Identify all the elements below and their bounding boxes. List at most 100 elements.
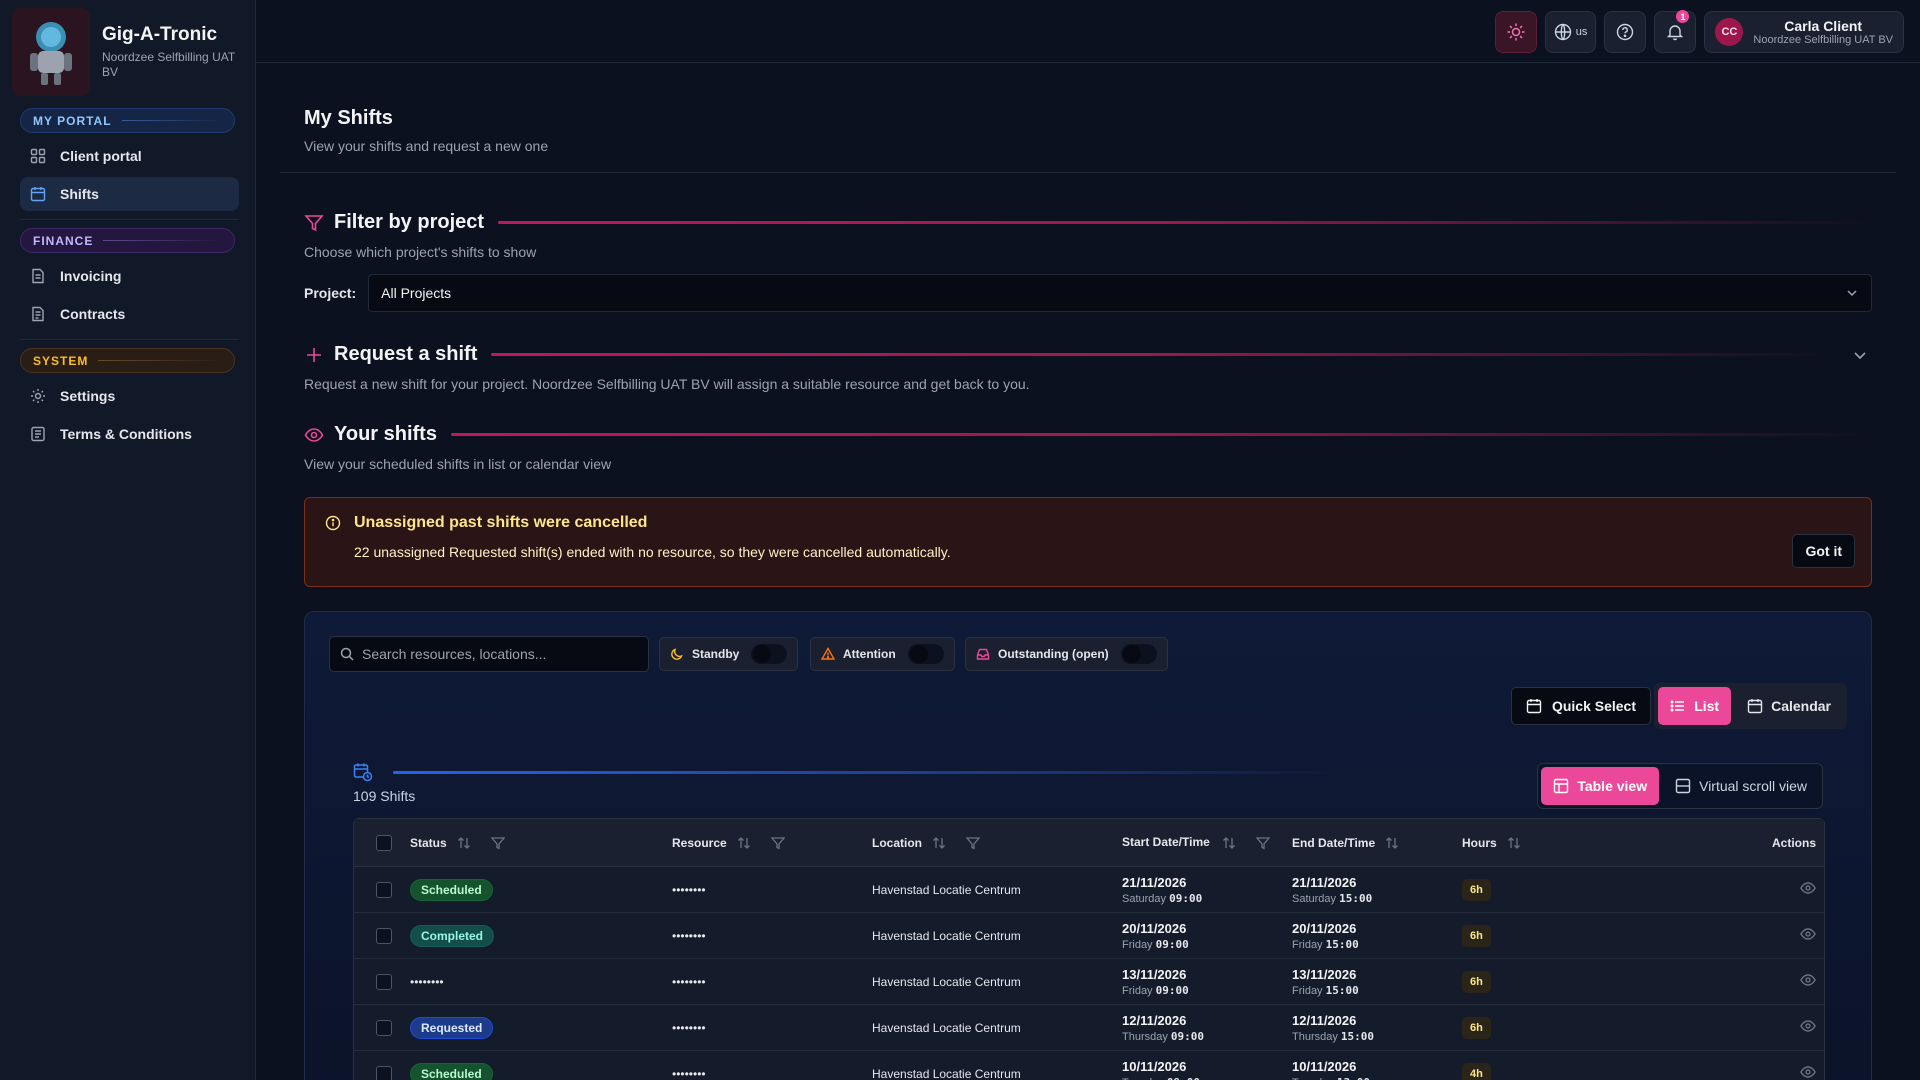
table-view-button[interactable]: Table view — [1541, 767, 1660, 805]
filter-icon[interactable] — [966, 836, 980, 850]
standby-toggle[interactable]: Standby — [659, 637, 799, 671]
location-cell: Havenstad Locatie Centrum — [872, 928, 1021, 943]
view-eye-icon[interactable] — [1800, 880, 1816, 896]
calendar-view-button[interactable]: Calendar — [1735, 687, 1843, 725]
end-date: 20/11/2026 — [1292, 920, 1357, 936]
sidebar-item-terms[interactable]: Terms & Conditions — [20, 417, 239, 451]
sort-icon[interactable] — [457, 836, 471, 850]
start-day: Thursday — [1122, 1030, 1168, 1043]
start-date: 20/11/2026 — [1122, 920, 1187, 936]
end-day: Tuesday — [1292, 1077, 1334, 1080]
theme-toggle-button[interactable] — [1494, 11, 1537, 53]
start-time: 09:00 — [1170, 1029, 1205, 1043]
sort-icon[interactable] — [737, 836, 751, 850]
end-date: 12/11/2026 — [1292, 1012, 1357, 1028]
sort-icon[interactable] — [932, 836, 946, 850]
shifts-table: Status Resource Location Start Date/Time — [353, 818, 1825, 1080]
attention-label: Attention — [843, 647, 896, 661]
dashboard-icon — [30, 148, 48, 164]
standby-switch[interactable] — [751, 644, 788, 664]
start-date: 13/11/2026 — [1122, 966, 1187, 982]
filter-icon[interactable] — [770, 836, 785, 850]
shifts-title: Your shifts — [334, 423, 437, 445]
attention-switch[interactable] — [907, 644, 944, 664]
table-row[interactable]: •••••••• •••••••• Havenstad Locatie Centru… — [354, 959, 1824, 1005]
cancelled-shifts-alert: Unassigned past shifts were cancelled 22… — [304, 497, 1872, 587]
start-date: 12/11/2026 — [1122, 1012, 1187, 1028]
sidebar-item-invoicing[interactable]: Invoicing — [20, 259, 239, 293]
sidebar-item-client-portal[interactable]: Client portal — [20, 139, 239, 173]
page-header: My Shifts View your shifts and request a… — [280, 63, 1896, 173]
column-hours: Hours — [1462, 835, 1497, 850]
project-select[interactable]: All Projects — [368, 274, 1872, 312]
sun-icon — [1507, 23, 1525, 41]
sort-icon[interactable] — [1507, 836, 1521, 850]
brand-logo[interactable] — [12, 8, 90, 96]
brand-name: Gig-A-Tronic — [102, 24, 218, 45]
filter-icon[interactable] — [1256, 836, 1270, 850]
start-cell: 13/11/2026 Friday 09:00 — [1122, 967, 1292, 997]
table-row[interactable]: Scheduled •••••••• Havenstad Locatie Centr… — [354, 867, 1824, 913]
column-start: Start Date/Time — [1122, 835, 1210, 849]
chevron-down-icon — [1847, 290, 1857, 297]
column-actions: Actions — [1771, 835, 1816, 850]
got-it-button[interactable]: Got it — [1792, 534, 1855, 568]
row-checkbox[interactable] — [376, 1065, 392, 1080]
count-divider — [393, 771, 1353, 774]
search-input[interactable] — [362, 646, 632, 662]
sort-icon[interactable] — [1222, 836, 1236, 850]
section-divider — [491, 353, 1832, 356]
search-box[interactable] — [329, 636, 649, 672]
request-section-header[interactable]: Request a shift — [304, 343, 1872, 366]
start-date: 21/11/2026 — [1122, 874, 1187, 890]
language-button[interactable]: us — [1544, 11, 1597, 53]
user-menu-button[interactable]: CC Carla Client Noordzee Selfbilling UAT… — [1704, 11, 1904, 53]
table-icon — [1554, 778, 1569, 794]
hours-badge: 6h — [1462, 878, 1491, 901]
end-cell: 21/11/2026 Saturday 15:00 — [1292, 875, 1462, 905]
row-checkbox[interactable] — [376, 881, 392, 898]
end-date: 21/11/2026 — [1292, 874, 1357, 890]
start-time: 09:00 — [1155, 983, 1189, 997]
table-row[interactable]: Scheduled •••••••• Havenstad Locatie Centr… — [354, 1051, 1824, 1080]
resource-cell: •••••••• — [672, 974, 706, 989]
list-view-button[interactable]: List — [1658, 687, 1732, 725]
location-cell: Havenstad Locatie Centrum — [872, 974, 1021, 989]
sidebar-item-settings[interactable]: Settings — [20, 379, 239, 413]
help-button[interactable] — [1604, 11, 1647, 53]
shift-count-row: 109 Shifts — [353, 762, 1353, 804]
row-checkbox[interactable] — [376, 927, 392, 944]
sidebar-item-label: Shifts — [60, 186, 99, 202]
table-mode-toggle: Table view Virtual scroll view — [1537, 763, 1823, 809]
view-eye-icon[interactable] — [1800, 972, 1816, 988]
end-time: 13:00 — [1337, 1076, 1370, 1080]
virtual-scroll-button[interactable]: Virtual scroll view — [1663, 767, 1819, 805]
sidebar-item-contracts[interactable]: Contracts — [20, 297, 239, 331]
location-cell: Havenstad Locatie Centrum — [872, 882, 1021, 897]
select-all-checkbox[interactable] — [376, 834, 392, 851]
view-eye-icon[interactable] — [1800, 926, 1816, 942]
row-checkbox[interactable] — [376, 1019, 392, 1036]
sort-icon[interactable] — [1385, 836, 1399, 850]
filter-icon[interactable] — [490, 836, 505, 850]
view-eye-icon[interactable] — [1800, 1064, 1816, 1080]
column-resource: Resource — [672, 835, 727, 850]
chevron-down-icon[interactable] — [1852, 347, 1868, 363]
hours-badge: 6h — [1462, 970, 1491, 993]
sidebar-section-system: SYSTEM — [20, 348, 235, 373]
notifications-button[interactable]: 1 — [1654, 10, 1697, 53]
quick-select-button[interactable]: Quick Select — [1510, 687, 1651, 725]
table-row[interactable]: Requested •••••••• Havenstad Locatie Centr… — [354, 1005, 1824, 1051]
table-row[interactable]: Completed •••••••• Havenstad Locatie Centr… — [354, 913, 1824, 959]
sidebar-item-shifts[interactable]: Shifts — [20, 177, 239, 211]
language-code: us — [1575, 26, 1588, 38]
view-eye-icon[interactable] — [1800, 1018, 1816, 1034]
status-masked: •••••••• — [410, 974, 444, 989]
location-cell: Havenstad Locatie Centrum — [872, 1066, 1021, 1080]
outstanding-toggle[interactable]: Outstanding (open) — [965, 637, 1168, 671]
row-checkbox[interactable] — [376, 973, 392, 990]
project-label: Project: — [304, 285, 357, 301]
outstanding-switch[interactable] — [1120, 644, 1157, 664]
attention-toggle[interactable]: Attention — [810, 637, 955, 671]
inbox-icon — [976, 648, 990, 660]
